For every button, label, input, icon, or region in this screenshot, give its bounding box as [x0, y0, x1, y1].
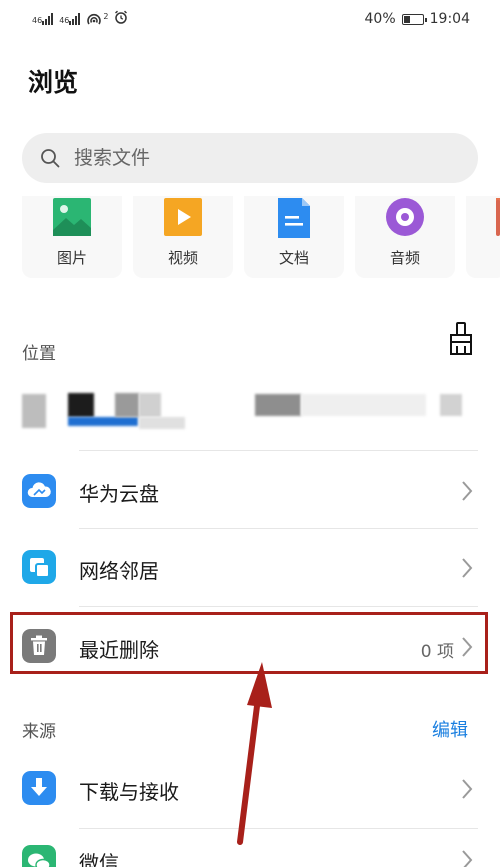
row-label: 华为云盘 — [79, 482, 159, 506]
signal-icon: 46 — [32, 12, 54, 25]
battery-icon — [401, 13, 427, 25]
highlight-annotation — [10, 612, 488, 674]
signal-icon: 46 — [59, 12, 81, 25]
divider — [79, 606, 478, 607]
blurred-region — [115, 393, 139, 417]
wechat-icon — [22, 845, 56, 867]
blurred-region — [68, 417, 138, 426]
status-left: 46 46 2 — [32, 10, 128, 27]
scrollbar[interactable] — [496, 200, 500, 236]
divider — [79, 828, 478, 829]
blurred-region — [255, 394, 301, 416]
source-wechat[interactable]: 微信 — [22, 831, 478, 867]
clock: 19:04 — [429, 11, 470, 27]
blurred-region — [68, 393, 94, 417]
blurred-region — [139, 417, 185, 429]
search-icon — [41, 149, 60, 168]
category-label: 音频 — [389, 249, 420, 267]
chevron-right-icon — [462, 558, 473, 578]
page-title: 浏览 — [28, 68, 79, 97]
category-documents[interactable]: 文档 — [244, 196, 344, 278]
divider — [79, 528, 478, 529]
blurred-region — [22, 394, 46, 428]
category-label: 视频 — [167, 249, 198, 267]
search-input[interactable] — [74, 146, 454, 170]
category-images[interactable]: 图片 — [22, 196, 122, 278]
category-grid: 图片 视频 文档 音频 — [22, 196, 500, 278]
location-network[interactable]: 网络邻居 — [22, 531, 478, 607]
status-bar: 46 46 2 40% 19:04 — [0, 0, 500, 40]
search-bar[interactable] — [22, 133, 478, 183]
divider — [79, 450, 478, 451]
image-icon — [53, 198, 91, 236]
internal-storage-row[interactable] — [22, 388, 478, 436]
category-more[interactable] — [466, 196, 500, 278]
blurred-region — [301, 394, 426, 416]
broom-icon[interactable] — [448, 322, 474, 356]
battery-percent: 40% — [364, 11, 396, 27]
network-icon — [22, 550, 56, 584]
cloud-icon — [22, 474, 56, 508]
location-cloud-drive[interactable]: 华为云盘 — [22, 453, 478, 529]
category-videos[interactable]: 视频 — [133, 196, 233, 278]
blurred-region — [139, 393, 161, 417]
chevron-right-icon — [462, 850, 473, 867]
download-icon — [22, 771, 56, 805]
source-downloads[interactable]: 下载与接收 — [22, 752, 478, 828]
audio-icon — [386, 198, 424, 236]
document-icon — [278, 198, 310, 238]
category-audio[interactable]: 音频 — [355, 196, 455, 278]
section-sources: 来源 — [22, 722, 56, 742]
category-label: 文档 — [278, 249, 309, 267]
alarm-icon — [114, 10, 128, 27]
video-icon — [164, 198, 202, 236]
status-right: 40% 19:04 — [365, 11, 470, 27]
section-locations: 位置 — [22, 344, 56, 364]
edit-button[interactable]: 编辑 — [432, 716, 468, 742]
blurred-region — [440, 394, 462, 416]
hotspot-icon: 2 — [86, 12, 108, 26]
row-label: 网络邻居 — [79, 559, 159, 583]
row-label: 微信 — [79, 851, 119, 867]
chevron-right-icon — [462, 779, 473, 799]
chevron-right-icon — [462, 481, 473, 501]
row-label: 下载与接收 — [79, 780, 179, 804]
category-label: 图片 — [56, 249, 87, 267]
